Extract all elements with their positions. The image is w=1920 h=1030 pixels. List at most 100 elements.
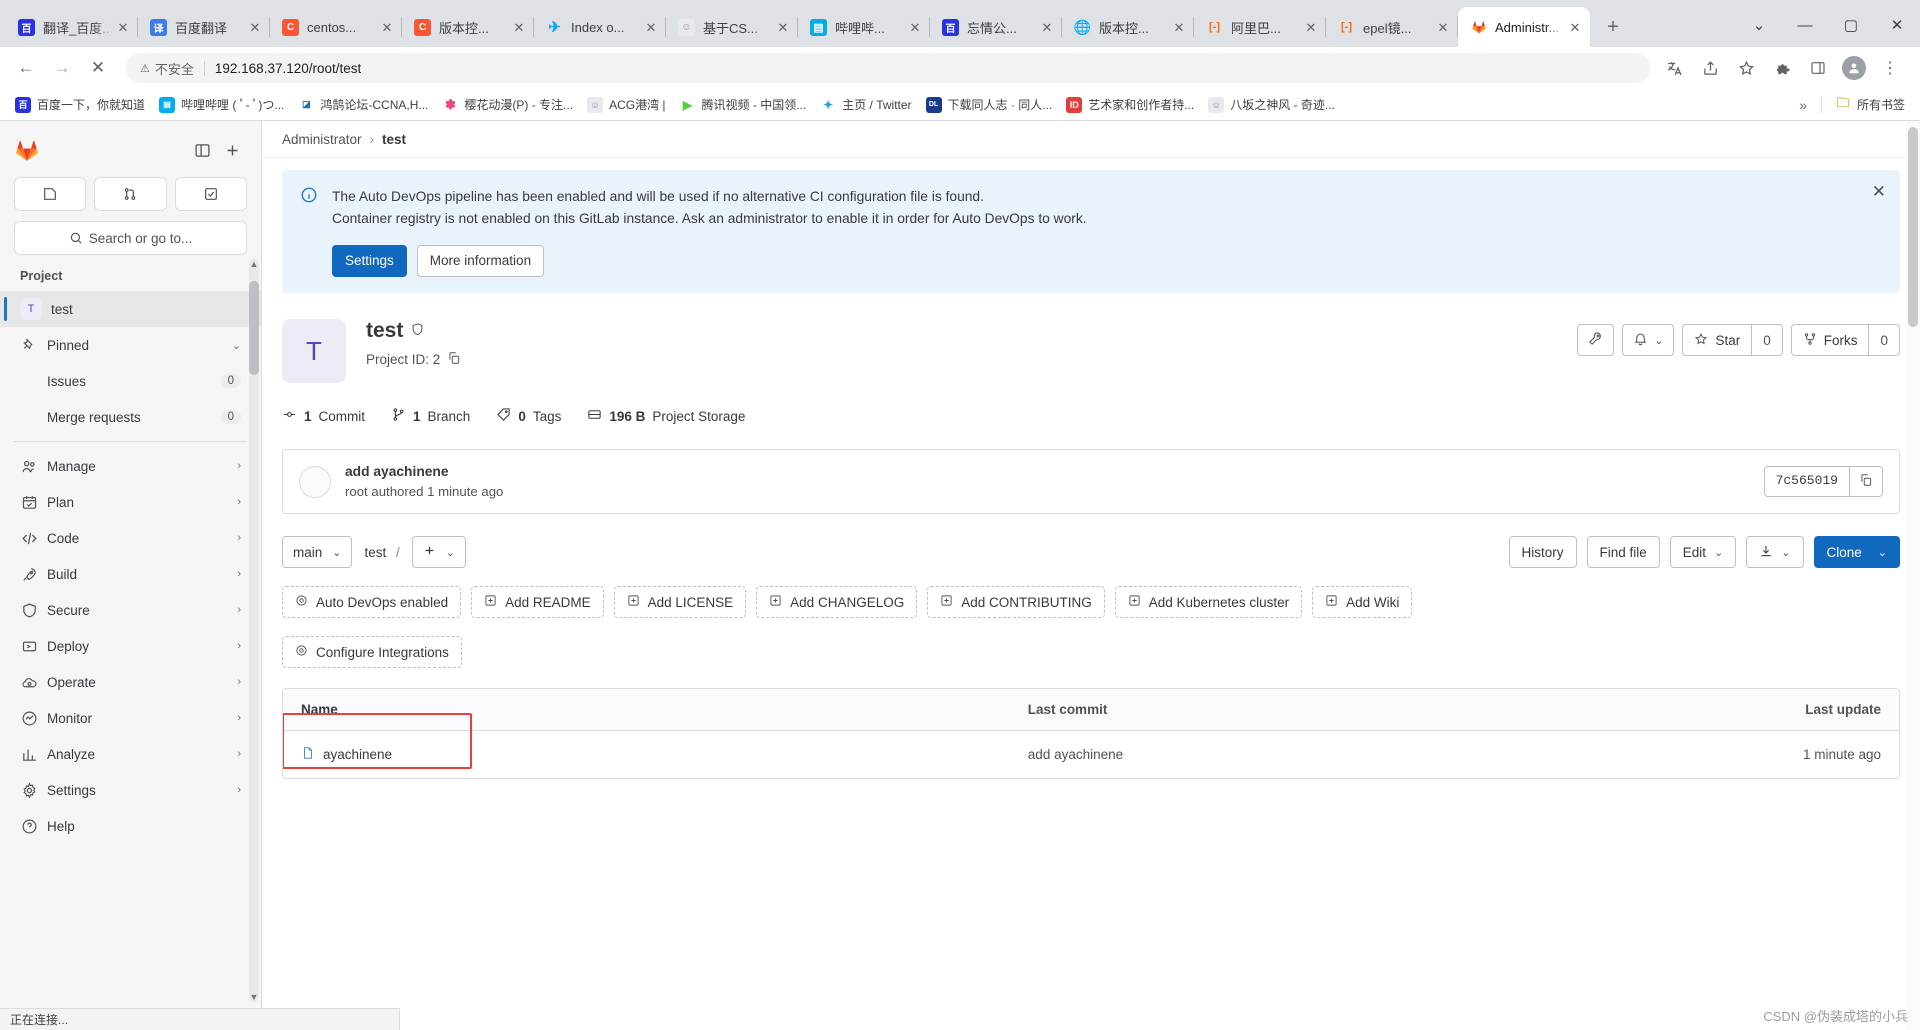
close-icon[interactable]: ✕ [1566,18,1584,36]
add-wiki-chip[interactable]: Add Wiki [1312,586,1413,619]
close-icon[interactable]: ✕ [114,18,132,36]
back-icon[interactable]: ← [10,52,42,84]
sidebar-item-deploy[interactable]: Deploy › [0,628,261,664]
sidebar-item-secure[interactable]: Secure › [0,592,261,628]
copy-icon[interactable] [447,351,461,368]
sidebar-item-merge-requests[interactable]: Merge requests 0 [0,399,261,435]
close-icon[interactable]: ✕ [774,18,792,36]
address-bar[interactable]: ⚠ 不安全 192.168.37.120/root/test [126,53,1650,83]
bookmark-item[interactable]: ID 艺术家和创作者持... [1059,93,1201,116]
browser-tab[interactable]: 译 百度翻译 ✕ [138,7,270,47]
settings-button[interactable]: Settings [332,245,407,278]
all-bookmarks-button[interactable]: 🗀 所有书签 [1828,93,1912,116]
file-name-cell[interactable]: ayachinene [301,745,1028,764]
issues-shortcut[interactable] [14,177,87,211]
auto-devops-enabled-chip[interactable]: Auto DevOps enabled [282,586,462,619]
browser-tab[interactable]: ✈ Index o... ✕ [534,7,666,47]
share-icon[interactable] [1694,52,1726,84]
close-icon[interactable]: ✕ [906,18,924,36]
bookmark-item[interactable]: ▶ 腾讯视频 - 中国领... [673,93,814,116]
add-license-chip[interactable]: Add LICENSE [613,586,747,619]
sidebar-item-build[interactable]: Build › [0,556,261,592]
sidebar-toggle-icon[interactable] [187,135,217,165]
merge-requests-shortcut[interactable] [94,177,167,211]
minimize-button[interactable]: — [1782,7,1828,43]
stat-branches[interactable]: 1 Branch [391,407,470,425]
add-kubernetes-cluster-chip[interactable]: Add Kubernetes cluster [1114,586,1303,619]
more-information-button[interactable]: More information [416,245,545,278]
browser-tab[interactable]: C centos... ✕ [270,7,402,47]
forward-icon[interactable]: → [46,52,78,84]
kebab-menu-icon[interactable]: ⋮ [1874,52,1906,84]
sidebar-item-analyze[interactable]: Analyze › [0,736,261,772]
sidepanel-icon[interactable] [1802,52,1834,84]
stop-icon[interactable]: ✕ [82,52,114,84]
close-icon[interactable]: ✕ [1302,18,1320,36]
download-button[interactable]: ⌄ [1746,536,1804,569]
close-window-button[interactable]: ✕ [1874,7,1920,43]
page-scrollbar[interactable] [1906,121,1920,1030]
add-contributing-chip[interactable]: Add CONTRIBUTING [927,586,1105,619]
breadcrumb-current[interactable]: test [382,132,406,147]
edit-button[interactable]: Edit ⌄ [1669,536,1737,569]
new-tab-button[interactable]: + [1598,12,1628,42]
branch-selector[interactable]: main ⌄ [282,536,353,569]
notifications-button[interactable]: ⌄ [1622,324,1675,357]
browser-tab[interactable]: [-] 阿里巴... ✕ [1194,7,1326,47]
sidebar-item-manage[interactable]: Manage › [0,448,261,484]
sidebar-item-plan[interactable]: Plan › [0,484,261,520]
add-changelog-chip[interactable]: Add CHANGELOG [756,586,918,619]
sidebar-item-operate[interactable]: Operate › [0,664,261,700]
puzzle-icon[interactable] [1766,52,1798,84]
bookmark-item[interactable]: ▤ 哔哩哔哩 ( ﾟ- ﾟ)つ... [152,93,291,116]
bookmark-item[interactable]: ✦ 主页 / Twitter [813,93,918,116]
security-indicator[interactable]: ⚠ 不安全 [140,59,194,78]
todos-shortcut[interactable] [174,177,247,211]
add-readme-chip[interactable]: Add README [471,586,604,619]
bookmark-item[interactable]: 百 百度一下，你就知道 [8,93,152,116]
find-file-button[interactable]: Find file [1586,536,1660,569]
star-button[interactable]: Star [1682,324,1753,357]
file-last-commit[interactable]: add ayachinene [1028,747,1731,762]
sidebar-item-issues[interactable]: Issues 0 [0,363,261,399]
bookmark-item[interactable]: ✽ 樱花动漫(P) - 专注... [435,93,580,116]
table-row[interactable]: ayachinene add ayachinene 1 minute ago [283,713,1899,778]
scroll-up-icon[interactable]: ▲ [249,259,259,269]
browser-tab[interactable]: C 版本控... ✕ [402,7,534,47]
close-icon[interactable]: ✕ [642,18,660,36]
stat-commits[interactable]: 1 Commit [282,407,365,425]
browser-tab[interactable]: [-] epel镜... ✕ [1326,7,1458,47]
commit-sha[interactable]: 7c565019 [1765,467,1849,496]
search-input[interactable]: Search or go to... [14,221,247,255]
stat-storage[interactable]: 196 B Project Storage [587,407,745,425]
close-icon[interactable]: ✕ [1170,18,1188,36]
plus-icon[interactable] [217,135,247,165]
configure-integrations-chip[interactable]: Configure Integrations [282,636,462,669]
breadcrumb-root[interactable]: Administrator [282,132,362,147]
translate-icon[interactable] [1658,52,1690,84]
sidebar-item-help[interactable]: Help [0,808,261,844]
scroll-down-icon[interactable]: ▼ [249,992,259,1002]
browser-tab[interactable]: 百 翻译_百度... ✕ [6,7,138,47]
close-icon[interactable]: ✕ [246,18,264,36]
commit-title[interactable]: add ayachinene [345,464,1750,479]
add-to-repo-button[interactable]: ⌄ [411,536,466,569]
browser-tab[interactable]: 🌐 版本控... ✕ [1062,7,1194,47]
browser-tab[interactable]: ☺ 基于CS... ✕ [666,7,798,47]
sidebar-item-code[interactable]: Code › [0,520,261,556]
gitlab-tanuki-icon[interactable] [14,137,40,163]
wrench-button[interactable] [1577,324,1615,357]
browser-tab[interactable]: ▤ 哔哩哔... ✕ [798,7,930,47]
bookmarks-overflow-icon[interactable]: » [1791,97,1815,113]
copy-icon[interactable] [1849,467,1882,497]
scrollbar-thumb[interactable] [249,281,259,375]
bookmark-item[interactable]: ☺ ACG港湾 | [580,93,672,116]
maximize-button[interactable]: ▢ [1828,7,1874,43]
browser-tab[interactable]: 百 忘情公... ✕ [930,7,1062,47]
bookmark-item[interactable]: ◪ 鸿鹄论坛-CCNA,H... [291,93,435,116]
bookmark-item[interactable]: DL 下载同人志 · 同人... [919,93,1060,116]
sidebar-scrollbar[interactable]: ▲ ▼ [249,259,259,1002]
tab-search-icon[interactable]: ⌄ [1736,7,1782,43]
close-icon[interactable]: ✕ [1038,18,1056,36]
browser-tab-active[interactable]: Administr... ✕ [1458,7,1590,47]
